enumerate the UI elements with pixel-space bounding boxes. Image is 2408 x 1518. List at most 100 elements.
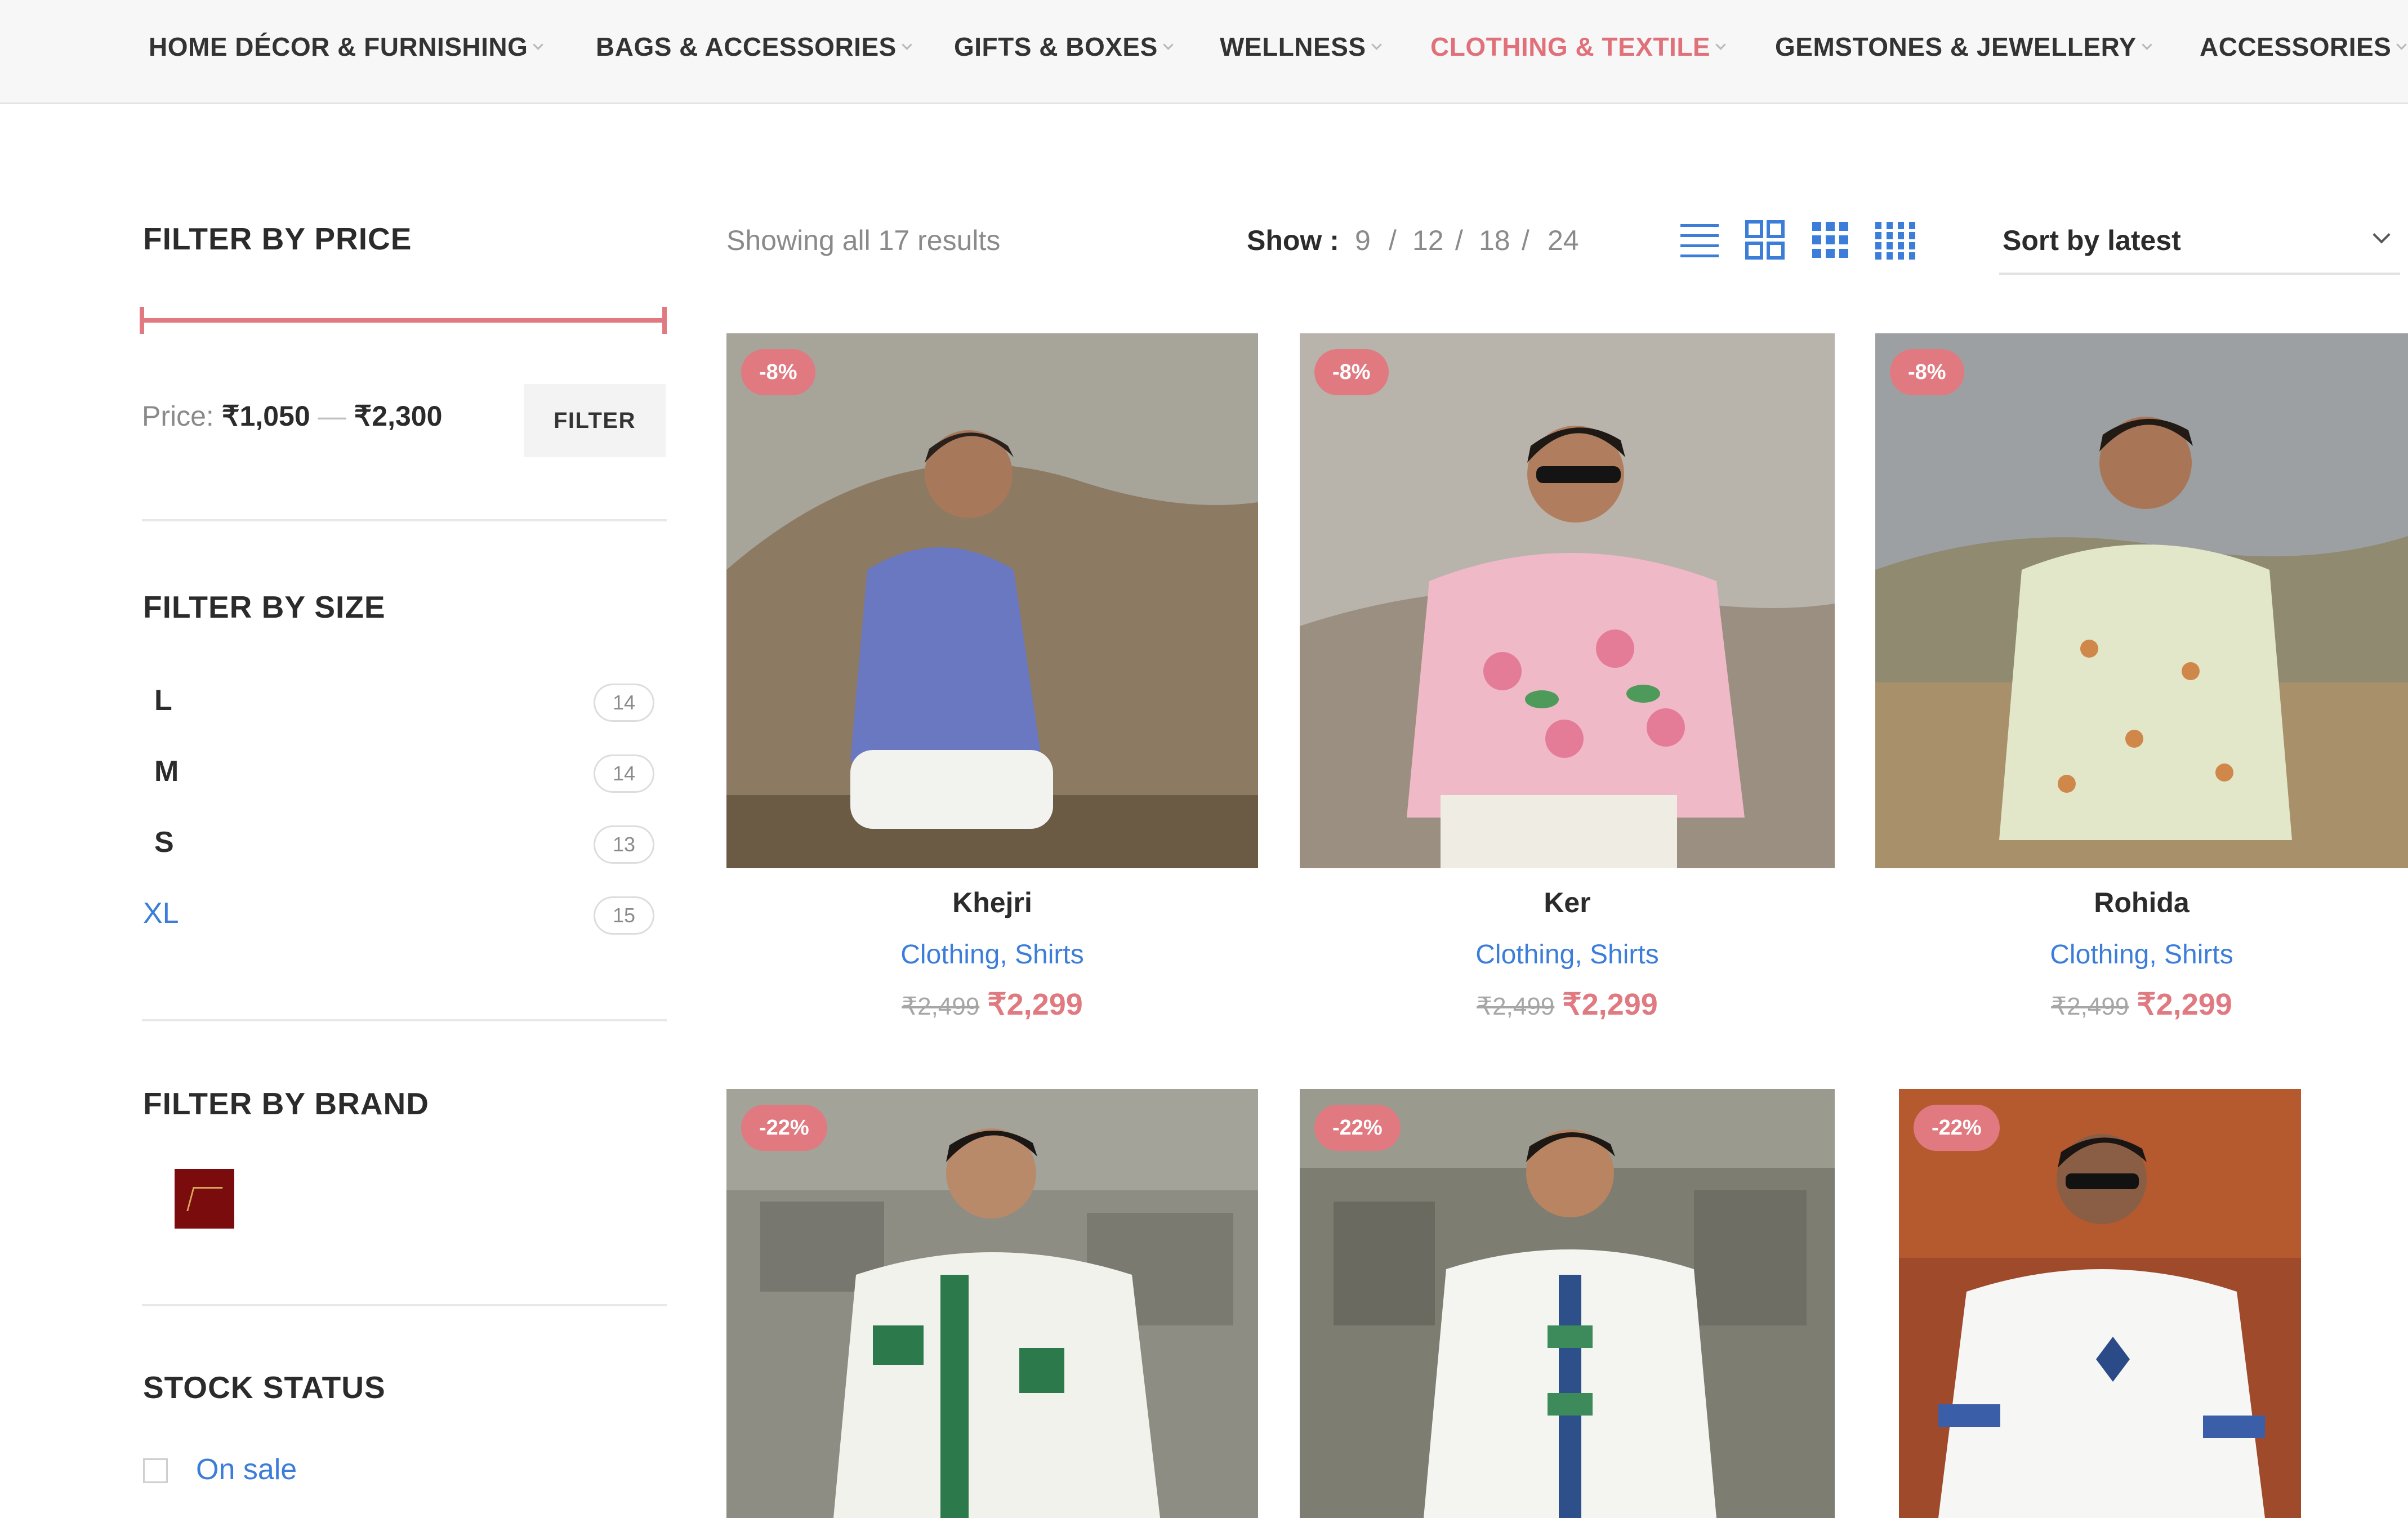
on-sale-label[interactable]: On sale [196, 1453, 297, 1486]
nav-item-gemstones[interactable]: GEMSTONES & JEWELLERY [1775, 29, 2152, 64]
product-categories: Clothing, Shirts [900, 940, 1084, 970]
category-link[interactable]: Clothing [1475, 940, 1575, 970]
size-count-badge: 13 [594, 825, 654, 864]
product-name[interactable]: Ker [1300, 886, 1835, 919]
product-categories: Clothing, Shirts [2050, 940, 2233, 970]
nav-item-label: BAGS & ACCESSORIES [596, 32, 897, 61]
show-option-24[interactable]: 24 [1548, 224, 1579, 257]
filter-brand-title: FILTER BY BRAND [143, 1086, 429, 1121]
chevron-down-icon [2396, 39, 2407, 50]
brand-logo-icon[interactable] [175, 1169, 234, 1229]
chevron-down-icon [2142, 39, 2152, 50]
nav-item-label: GEMSTONES & JEWELLERY [1775, 32, 2137, 61]
discount-badge: -22% [741, 1105, 827, 1151]
size-option-s[interactable]: S 13 [142, 821, 654, 866]
chevron-down-icon [902, 39, 912, 50]
list-view-icon[interactable] [1678, 218, 1721, 261]
stock-status-title: STOCK STATUS [143, 1370, 386, 1405]
product-image[interactable]: -8% [726, 333, 1258, 868]
sale-price: ₹2,299 [2137, 988, 2232, 1021]
chevron-down-icon [2373, 226, 2391, 244]
nav-item-label: ACCESSORIES [2200, 32, 2392, 61]
show-separator: / [1455, 225, 1463, 256]
show-option-9[interactable]: 9 [1355, 224, 1371, 257]
product-image[interactable]: -8% [1875, 333, 2408, 868]
product-card: -22% [1875, 1089, 2408, 1518]
brand-mark-icon [186, 1186, 223, 1211]
grid-3-icon[interactable] [1809, 218, 1852, 261]
nav-item-gifts[interactable]: GIFTS & BOXES [954, 29, 1174, 64]
nav-item-label: HOME DÉCOR & FURNISHING [149, 32, 528, 61]
price-max-value: ₹2,300 [354, 400, 443, 432]
product-image[interactable]: -22% [1300, 1089, 1835, 1518]
show-separator: / [1389, 225, 1397, 256]
price-separator: — [318, 400, 346, 432]
grid-4-icon[interactable] [1873, 218, 1916, 261]
sale-price: ₹2,299 [1562, 988, 1658, 1021]
category-link[interactable]: Shirts [1590, 940, 1659, 970]
sidebar-divider [142, 1304, 667, 1306]
product-card: -22% [726, 1089, 1258, 1518]
category-link[interactable]: Shirts [1015, 940, 1084, 970]
size-label: XL [143, 897, 179, 930]
results-count: Showing all 17 results [726, 225, 1001, 256]
filter-price-title: FILTER BY PRICE [143, 221, 412, 256]
price-filter-button[interactable]: FILTER [524, 384, 666, 457]
category-link[interactable]: Clothing [900, 940, 1000, 970]
nav-item-wellness[interactable]: WELLNESS [1220, 29, 1382, 64]
discount-badge: -22% [1914, 1105, 2000, 1151]
size-option-m[interactable]: M 14 [142, 750, 654, 795]
discount-badge: -8% [1314, 349, 1389, 395]
size-option-xl[interactable]: XL 15 [142, 892, 654, 937]
old-price: ₹2,499 [2051, 993, 2129, 1020]
chevron-down-icon [533, 39, 544, 50]
show-option-12[interactable]: 12 [1412, 224, 1444, 257]
sort-dropdown[interactable]: Sort by latest [1999, 218, 2400, 275]
product-card-khejri: -8% Khejri Clothing, Shirts ₹2,499 ₹2,299 [726, 333, 1258, 1032]
chevron-down-icon [1163, 39, 1174, 50]
size-label: M [154, 755, 179, 788]
sale-price: ₹2,299 [987, 988, 1083, 1021]
product-card: -22% [1300, 1089, 1835, 1518]
sidebar-divider [142, 519, 667, 521]
product-price: ₹2,499 ₹2,299 [726, 986, 1258, 1022]
nav-item-label: WELLNESS [1220, 32, 1366, 61]
size-count-badge: 14 [594, 754, 654, 793]
discount-badge: -8% [741, 349, 815, 395]
size-option-l[interactable]: L 14 [142, 679, 654, 724]
price-label-text: Price: [142, 400, 214, 432]
price-slider-max-handle[interactable] [662, 307, 667, 334]
product-price: ₹2,499 ₹2,299 [1300, 986, 1835, 1022]
discount-badge: -22% [1314, 1105, 1401, 1151]
category-link[interactable]: Clothing [2050, 940, 2149, 970]
nav-item-clothing[interactable]: CLOTHING & TEXTILE [1430, 29, 1726, 64]
nav-item-home-decor[interactable]: HOME DÉCOR & FURNISHING [149, 29, 544, 64]
sidebar-divider [142, 1019, 667, 1021]
size-label: S [154, 826, 174, 859]
sort-selected-value: Sort by latest [2003, 225, 2181, 256]
main-nav: HOME DÉCOR & FURNISHING BAGS & ACCESSORI… [0, 0, 2408, 104]
product-price: ₹2,499 ₹2,299 [1875, 986, 2408, 1022]
size-count-badge: 14 [594, 684, 654, 722]
size-label: L [154, 684, 172, 717]
price-slider-track[interactable] [142, 318, 667, 323]
price-range-label: Price: ₹1,050 — ₹2,300 [142, 400, 442, 432]
filter-size-title: FILTER BY SIZE [143, 590, 386, 624]
nav-item-accessories[interactable]: ACCESSORIES [2200, 29, 2407, 64]
product-name[interactable]: Khejri [726, 886, 1258, 919]
chevron-down-icon [1371, 39, 1382, 50]
show-option-18[interactable]: 18 [1479, 224, 1510, 257]
product-name[interactable]: Rohida [1875, 886, 2408, 919]
price-slider-min-handle[interactable] [140, 307, 144, 334]
show-separator: / [1522, 225, 1529, 256]
category-link[interactable]: Shirts [2164, 940, 2233, 970]
on-sale-checkbox[interactable] [143, 1458, 168, 1483]
product-image[interactable]: -8% [1300, 333, 1835, 868]
nav-item-label: GIFTS & BOXES [954, 32, 1158, 61]
grid-2-icon[interactable] [1743, 218, 1786, 261]
product-image[interactable]: -22% [726, 1089, 1258, 1518]
product-image[interactable]: -22% [1899, 1089, 2301, 1518]
show-label: Show : [1247, 225, 1339, 256]
product-categories: Clothing, Shirts [1475, 940, 1659, 970]
nav-item-bags[interactable]: BAGS & ACCESSORIES [596, 29, 912, 64]
